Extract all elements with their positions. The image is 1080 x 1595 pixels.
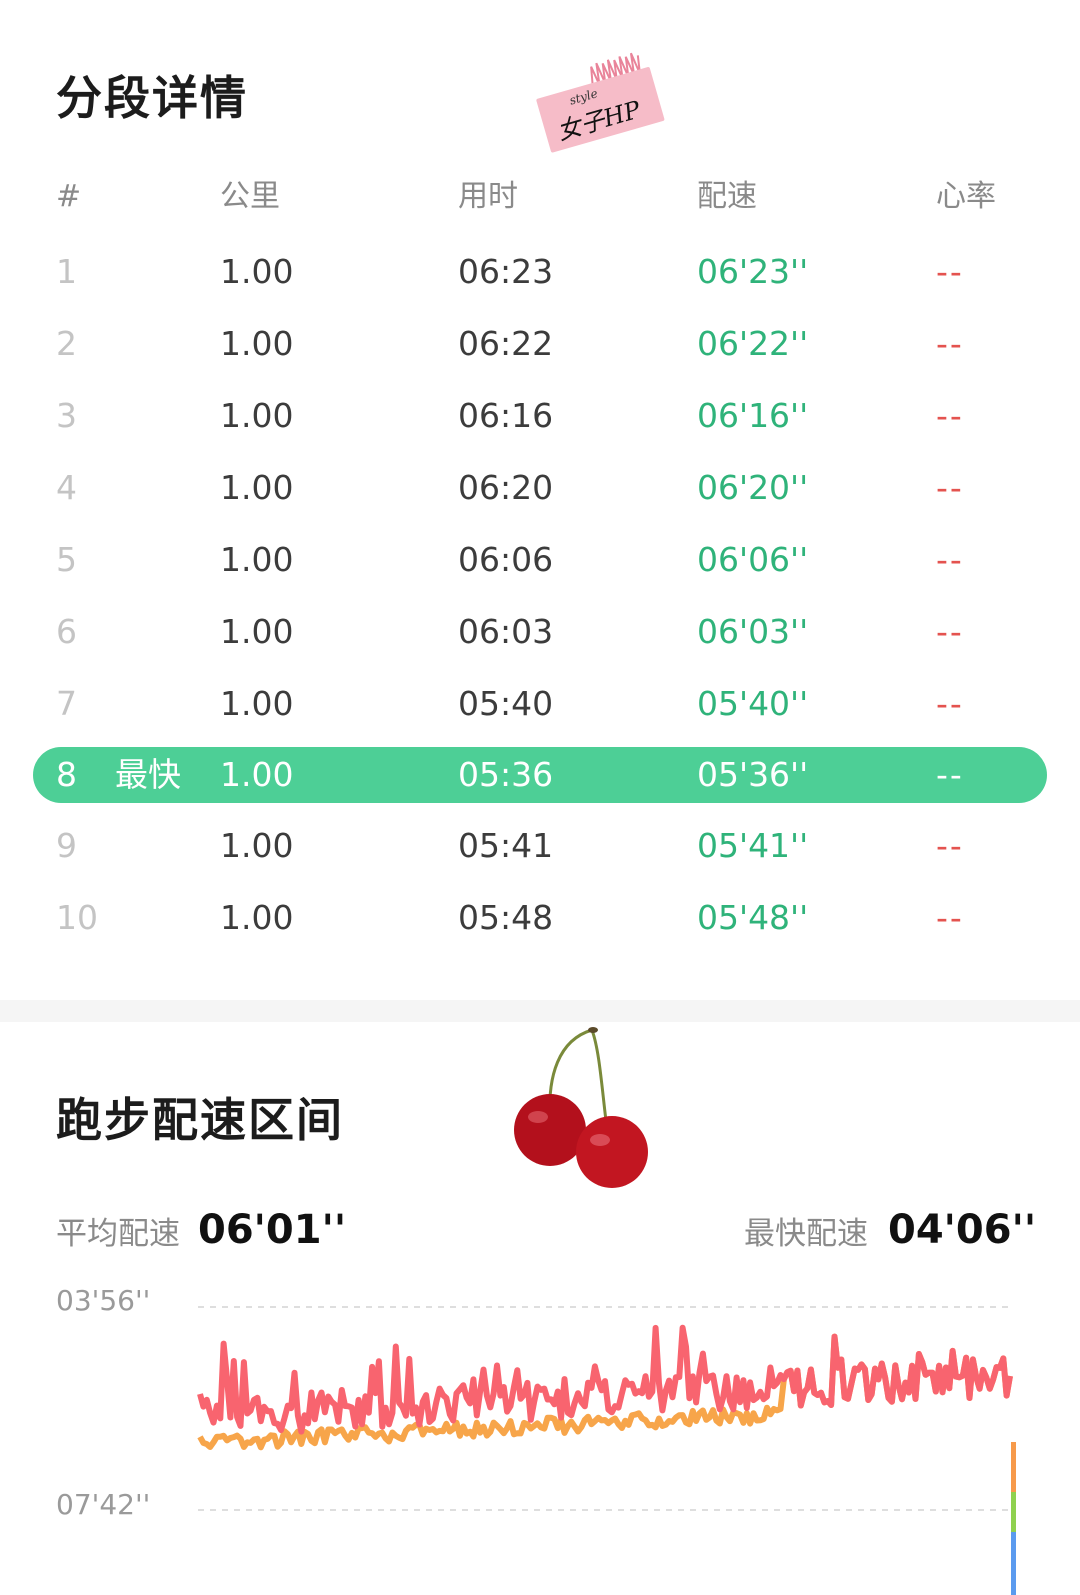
table-row: 10 1.00 05:48 05'48'' -- <box>0 890 1080 946</box>
split-heart-rate: -- <box>936 612 964 651</box>
split-pace: 05'40'' <box>697 684 809 723</box>
split-heart-rate: -- <box>936 898 964 937</box>
splits-card: 分段详情 style 女子HP # 公里 用时 配速 心率 1 1.00 06:… <box>0 0 1080 1000</box>
table-row: 1 1.00 06:23 06'23'' -- <box>0 244 1080 300</box>
split-index: 8 <box>56 755 77 794</box>
split-km: 1.00 <box>220 396 294 435</box>
table-row: 4 1.00 06:20 06'20'' -- <box>0 460 1080 516</box>
pace-zone-title: 跑步配速区间 <box>56 1093 344 1147</box>
table-header: # 公里 用时 配速 心率 <box>0 169 1080 225</box>
split-pace: 05'41'' <box>697 826 809 865</box>
split-time: 06:20 <box>458 468 554 507</box>
table-row: 2 1.00 06:22 06'22'' -- <box>0 316 1080 372</box>
split-km: 1.00 <box>220 684 294 723</box>
table-row: 9 1.00 05:41 05'41'' -- <box>0 818 1080 874</box>
split-time: 06:23 <box>458 252 554 291</box>
splits-title: 分段详情 <box>56 71 248 125</box>
split-index: 4 <box>56 468 77 507</box>
split-index: 3 <box>56 396 77 435</box>
pace-tail-blue <box>1011 1532 1016 1595</box>
pace-tail-orange <box>1011 1442 1016 1492</box>
split-heart-rate: -- <box>936 252 964 291</box>
split-pace: 05'48'' <box>697 898 809 937</box>
split-time: 05:41 <box>458 826 554 865</box>
split-pace: 06'16'' <box>697 396 809 435</box>
split-heart-rate: -- <box>936 755 964 794</box>
split-km: 1.00 <box>220 324 294 363</box>
fastest-pace-label: 最快配速 <box>744 1216 868 1252</box>
fastest-pace-value: 04'06'' <box>888 1207 1037 1253</box>
table-row: 3 1.00 06:16 06'16'' -- <box>0 388 1080 444</box>
header-heart-rate: 心率 <box>936 179 996 214</box>
split-index: 5 <box>56 540 77 579</box>
avg-pace-label: 平均配速 <box>56 1216 180 1252</box>
table-row: 7 1.00 05:40 05'40'' -- <box>0 676 1080 732</box>
split-km: 1.00 <box>220 826 294 865</box>
split-index: 9 <box>56 826 77 865</box>
split-km: 1.00 <box>220 898 294 937</box>
split-index: 10 <box>56 898 98 937</box>
split-index: 2 <box>56 324 77 363</box>
split-time: 05:36 <box>458 755 554 794</box>
split-heart-rate: -- <box>936 826 964 865</box>
split-pace: 06'23'' <box>697 252 809 291</box>
split-heart-rate: -- <box>936 396 964 435</box>
split-time: 06:03 <box>458 612 554 651</box>
section-divider <box>0 1000 1080 1022</box>
split-pace: 06'20'' <box>697 468 809 507</box>
split-index: 6 <box>56 612 77 651</box>
table-row: 6 1.00 06:03 06'03'' -- <box>0 604 1080 660</box>
split-time: 05:40 <box>458 684 554 723</box>
split-heart-rate: -- <box>936 324 964 363</box>
split-heart-rate: -- <box>936 540 964 579</box>
avg-pace-value: 06'01'' <box>198 1207 347 1253</box>
pace-zone-card: 跑步配速区间 平均配速 06'01'' 最快配速 04'06'' 03'56''… <box>0 1022 1080 1595</box>
split-time: 06:22 <box>458 324 554 363</box>
split-heart-rate: -- <box>936 468 964 507</box>
table-row: 5 1.00 06:06 06'06'' -- <box>0 532 1080 588</box>
split-km: 1.00 <box>220 468 294 507</box>
header-index: # <box>56 179 82 214</box>
split-km: 1.00 <box>220 612 294 651</box>
split-km: 1.00 <box>220 252 294 291</box>
split-index: 1 <box>56 252 77 291</box>
y-axis-bottom-label: 07'42'' <box>56 1488 151 1521</box>
fastest-badge: 最快 <box>115 755 181 794</box>
header-km: 公里 <box>220 179 280 214</box>
y-axis-top-label: 03'56'' <box>56 1284 151 1317</box>
table-row-fastest: 8 最快 1.00 05:36 05'36'' -- <box>0 747 1080 803</box>
header-pace: 配速 <box>697 179 757 214</box>
split-time: 05:48 <box>458 898 554 937</box>
split-heart-rate: -- <box>936 684 964 723</box>
pace-line-fast <box>197 1324 1013 1435</box>
split-pace: 06'03'' <box>697 612 809 651</box>
split-pace: 06'22'' <box>697 324 809 363</box>
split-time: 06:06 <box>458 540 554 579</box>
split-km: 1.00 <box>220 755 294 794</box>
split-pace: 05'36'' <box>697 755 809 794</box>
split-pace: 06'06'' <box>697 540 809 579</box>
header-time: 用时 <box>458 179 518 214</box>
sticker-decoration: style 女子HP <box>530 45 668 164</box>
cherry-icon <box>514 1027 648 1188</box>
split-km: 1.00 <box>220 540 294 579</box>
split-index: 7 <box>56 684 77 723</box>
split-time: 06:16 <box>458 396 554 435</box>
pace-tail-green <box>1011 1492 1016 1532</box>
